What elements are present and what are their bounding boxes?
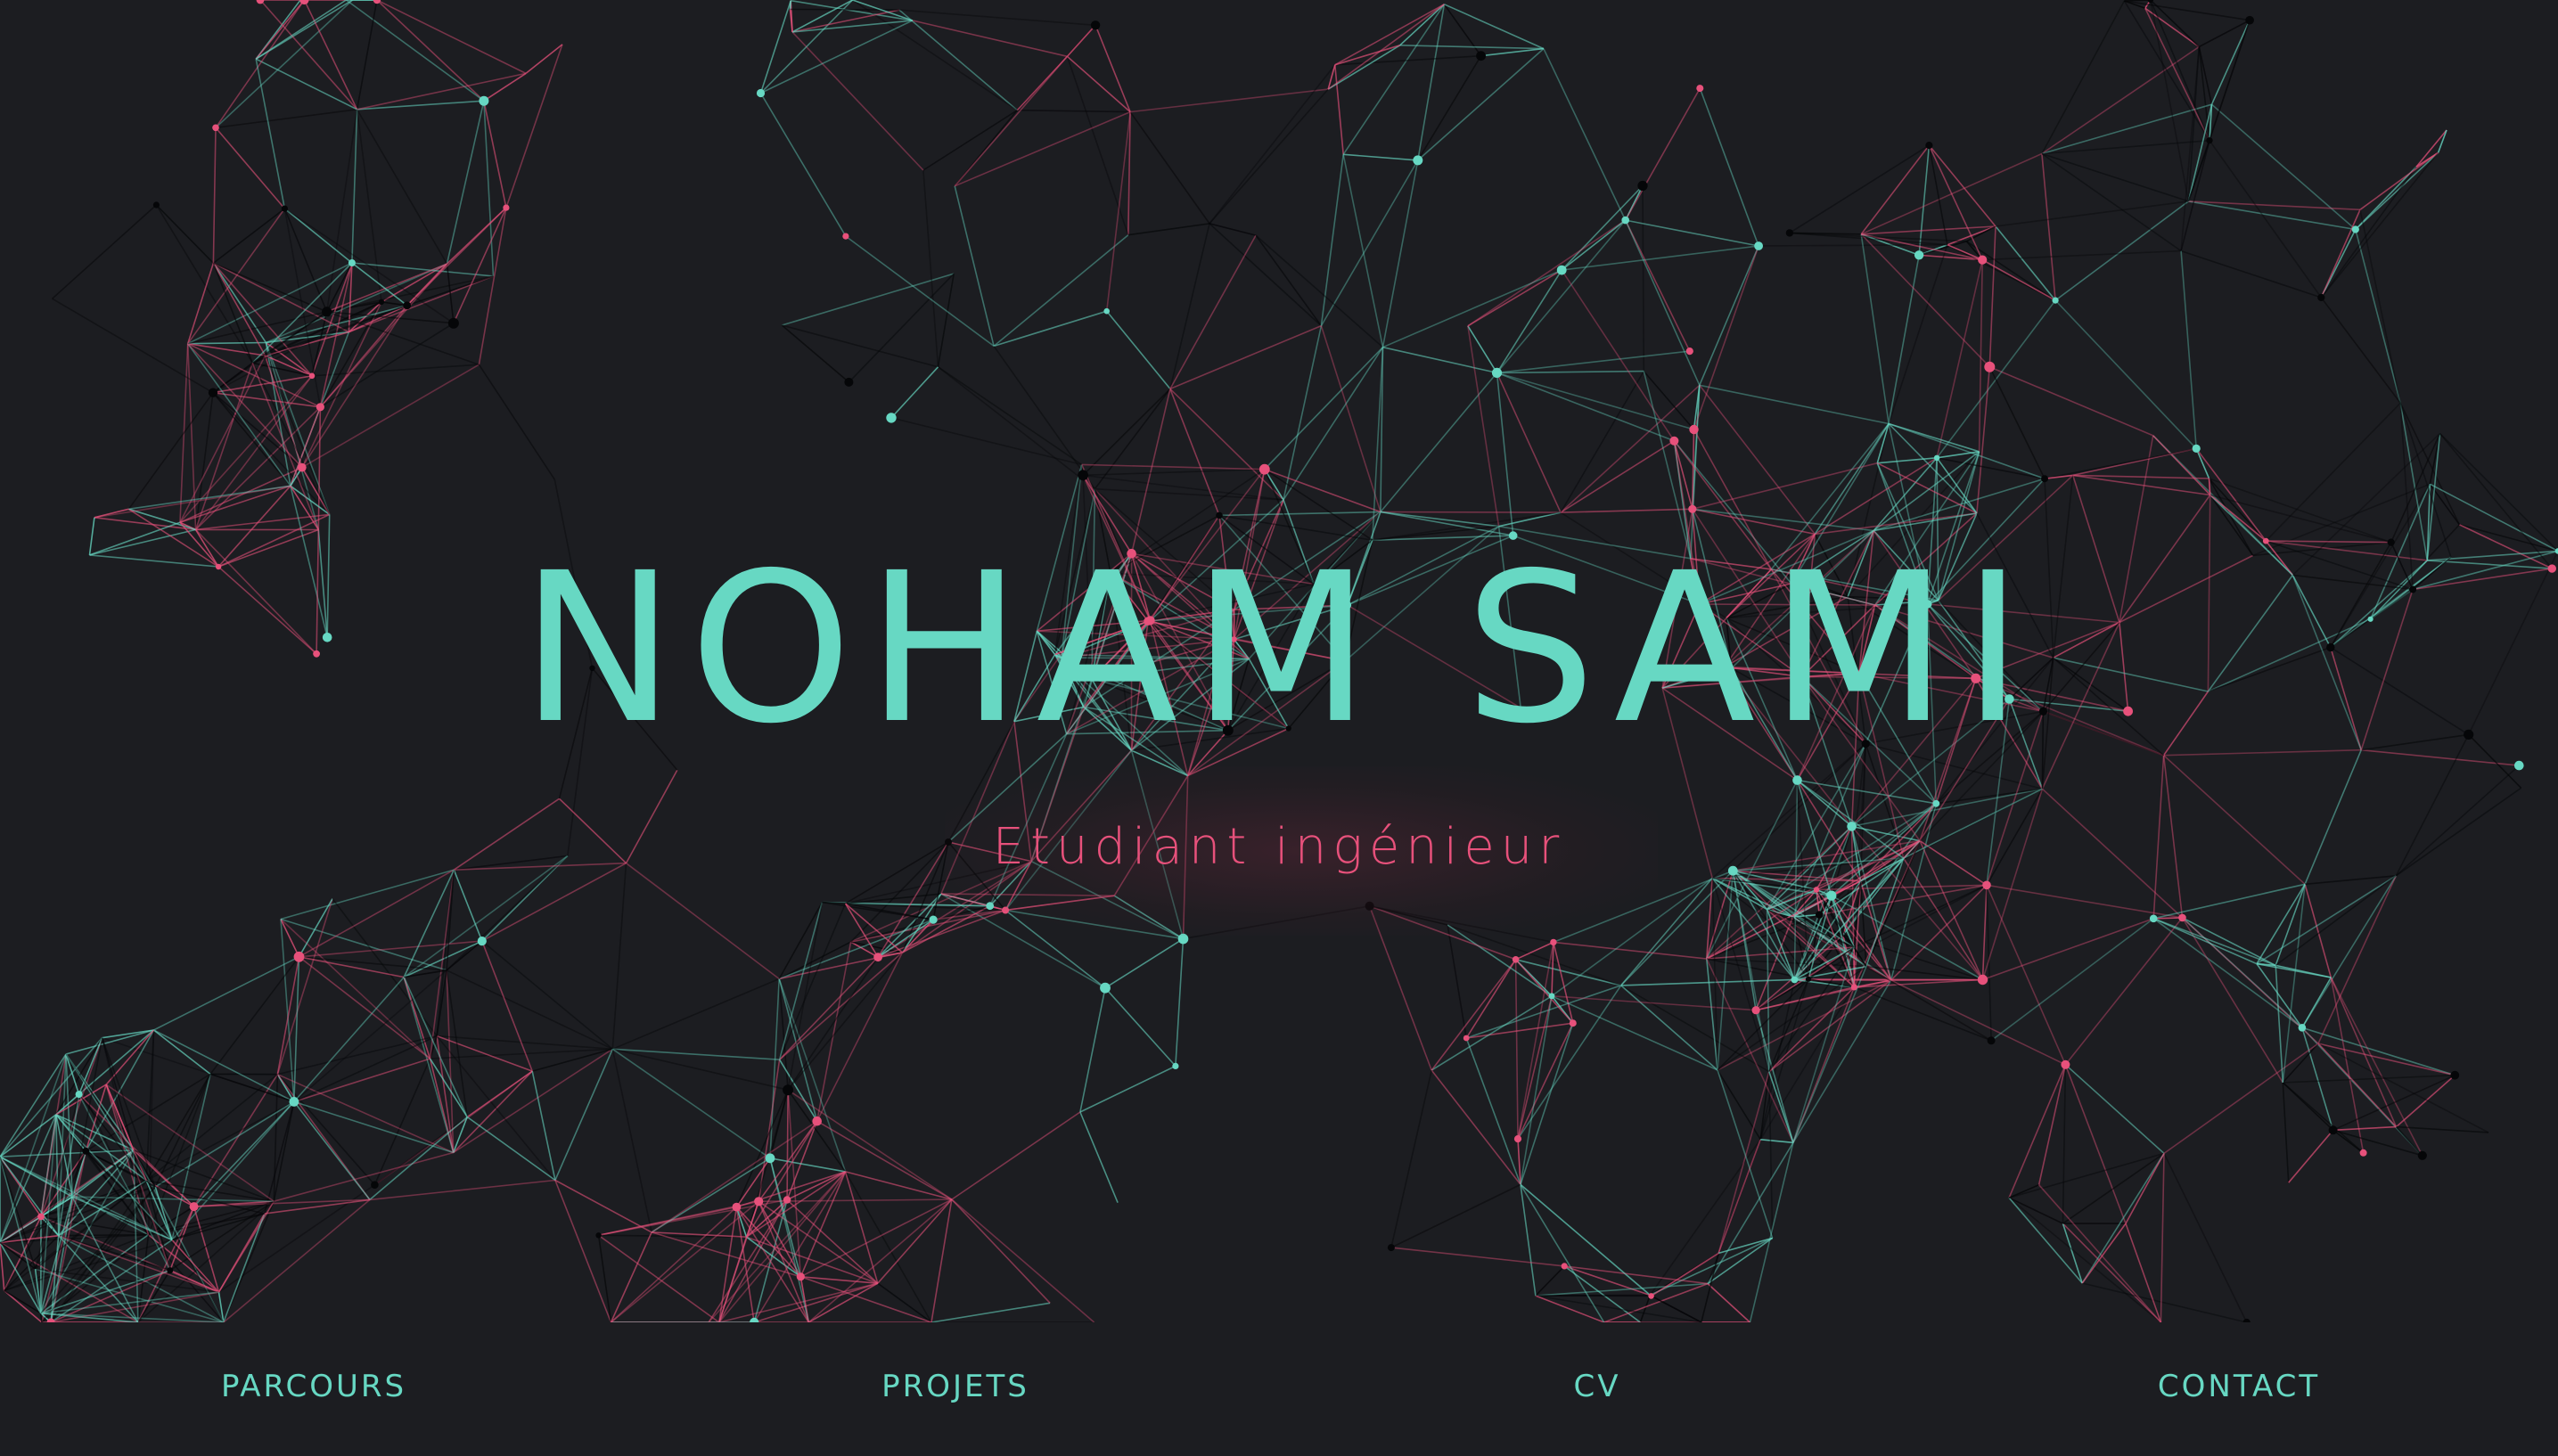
nav-link-projets[interactable]: PROJETS [881, 1369, 1029, 1404]
nav-link-parcours[interactable]: PARCOURS [221, 1369, 406, 1404]
bottom-navigation: PARCOURS PROJETS CV CONTACT [0, 1322, 2558, 1456]
nav-link-contact[interactable]: CONTACT [2158, 1369, 2320, 1404]
hero-name: NOHAM SAMI [520, 528, 2038, 769]
nav-link-cv[interactable]: CV [1574, 1369, 1621, 1404]
hero-subtitle: Etudiant ingénieur [992, 818, 1566, 876]
